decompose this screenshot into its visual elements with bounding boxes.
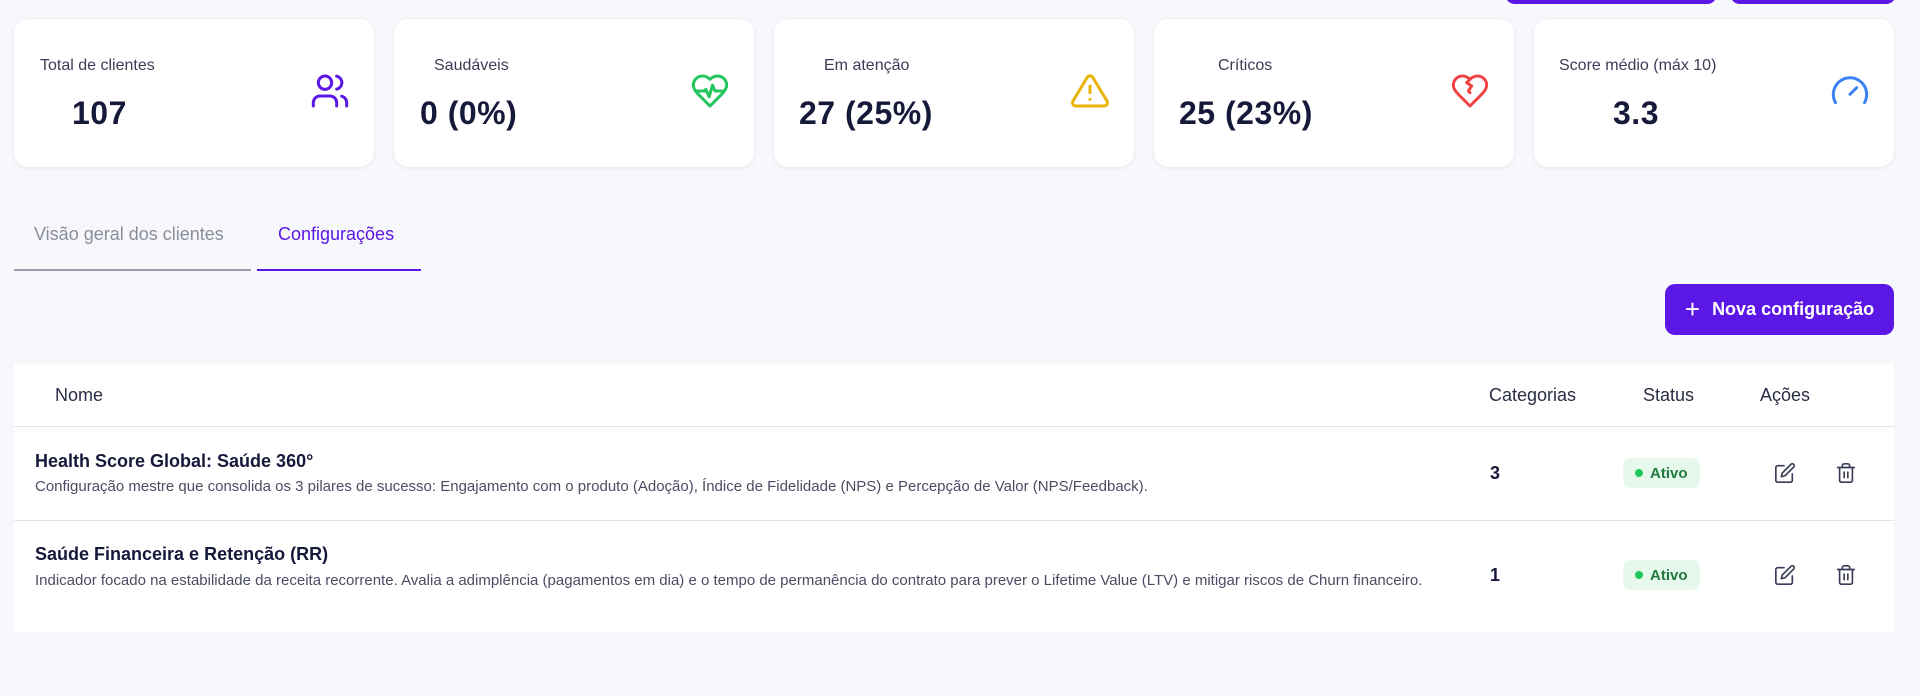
edit-icon[interactable] [1771, 459, 1799, 487]
heart-crack-icon [1450, 71, 1490, 111]
table-row: Saúde Financeira e Retenção (RR) Indicad… [14, 521, 1894, 631]
edit-icon[interactable] [1771, 561, 1799, 589]
row-categories: 3 [1490, 463, 1501, 483]
kpi-card-average-score: Score médio (máx 10) 3.3 [1534, 19, 1894, 167]
row-name: Health Score Global: Saúde 360° [35, 451, 314, 471]
header-actions: Ações [1760, 385, 1811, 405]
row-description: Configuração mestre que consolida os 3 p… [35, 478, 1148, 495]
row-description: Indicador focado na estabilidade da rece… [35, 572, 1423, 589]
top-action-button-2[interactable] [1730, 0, 1896, 4]
kpi-value: 107 [72, 95, 127, 131]
status-dot [1635, 571, 1643, 579]
kpi-card-total-clients: Total de clientes 107 [14, 19, 374, 167]
gauge-icon [1830, 71, 1870, 111]
tab-overview[interactable]: Visão geral dos clientes [14, 214, 251, 271]
users-icon [310, 71, 350, 111]
kpi-label: Saudáveis [434, 57, 509, 74]
status-label: Ativo [1650, 464, 1688, 482]
kpi-label: Score médio (máx 10) [1559, 57, 1717, 74]
header-categories: Categorias [1489, 385, 1577, 405]
warning-icon [1070, 71, 1110, 111]
tab-settings[interactable]: Configurações [257, 214, 421, 271]
status-badge: Ativo [1623, 458, 1700, 488]
status-badge: Ativo [1623, 560, 1700, 590]
table-row: Health Score Global: Saúde 360° Configur… [14, 427, 1894, 521]
new-configuration-label: Nova configuração [1712, 299, 1875, 319]
kpi-label: Total de clientes [40, 57, 155, 74]
kpi-label: Críticos [1218, 57, 1273, 74]
row-categories: 1 [1490, 565, 1501, 585]
kpi-value: 25 (23%) [1179, 95, 1313, 131]
new-configuration-button[interactable]: + Nova configuração [1665, 284, 1894, 335]
row-name: Saúde Financeira e Retenção (RR) [35, 544, 329, 564]
kpi-value: 27 (25%) [799, 95, 933, 131]
kpi-label: Em atenção [824, 57, 910, 74]
kpi-value: 3.3 [1613, 95, 1659, 131]
kpi-card-healthy: Saudáveis 0 (0%) [394, 19, 754, 167]
tab-bar: Visão geral dos clientes Configurações [14, 214, 421, 271]
header-name: Nome [55, 385, 104, 405]
plus-icon: + [1684, 293, 1701, 324]
heart-pulse-icon [690, 71, 730, 111]
kpi-card-attention: Em atenção 27 (25%) [774, 19, 1134, 167]
header-status: Status [1643, 385, 1695, 405]
configurations-table: Nome Categorias Status Ações Health Scor… [14, 364, 1894, 632]
table-header: Nome Categorias Status Ações [14, 364, 1894, 427]
kpi-card-critical: Críticos 25 (23%) [1154, 19, 1514, 167]
top-action-button-1[interactable] [1505, 0, 1717, 4]
trash-icon[interactable] [1832, 561, 1860, 589]
trash-icon[interactable] [1832, 459, 1860, 487]
status-label: Ativo [1650, 566, 1688, 584]
kpi-cards: Total de clientes 107 Saudáveis 0 (0%) E… [14, 19, 1894, 167]
status-dot [1635, 469, 1643, 477]
kpi-value: 0 (0%) [420, 95, 518, 131]
